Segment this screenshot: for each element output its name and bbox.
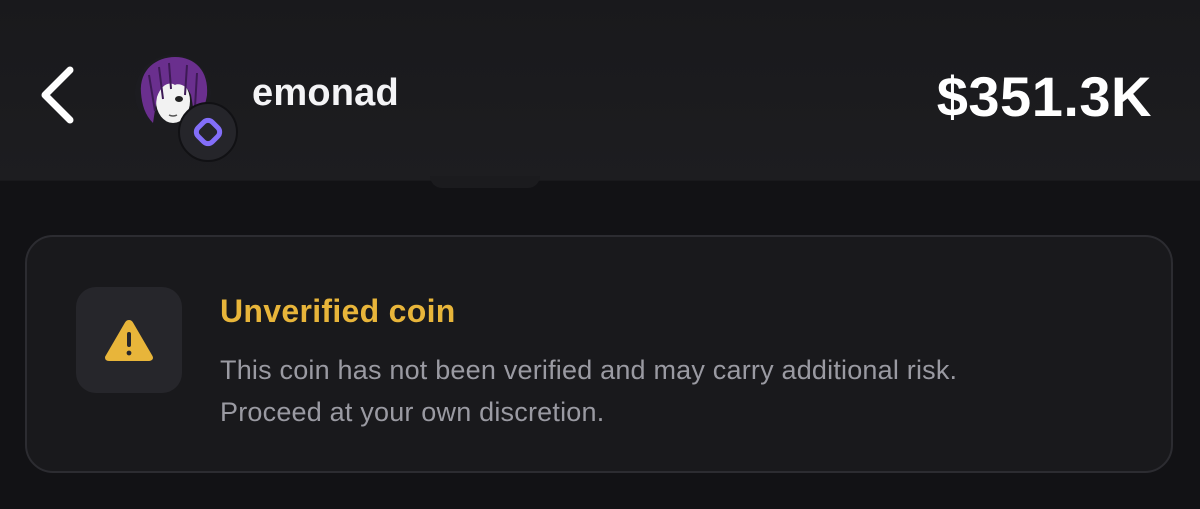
token-avatar-group[interactable] xyxy=(135,55,241,162)
token-screen: emonad $351.3K Unverified coin This coin… xyxy=(0,0,1200,509)
monad-chain-icon xyxy=(193,117,223,147)
sheet-handle xyxy=(430,176,540,188)
token-username: emonad xyxy=(252,72,399,114)
warning-message: This coin has not been verified and may … xyxy=(220,349,1120,433)
warning-message-line: This coin has not been verified and may … xyxy=(220,355,958,385)
unverified-warning-card: Unverified coin This coin has not been v… xyxy=(25,235,1173,473)
warning-title: Unverified coin xyxy=(220,293,456,329)
warning-triangle-icon xyxy=(105,320,153,361)
token-header: emonad $351.3K xyxy=(0,0,1200,181)
chevron-left-icon xyxy=(41,66,74,124)
chain-badge xyxy=(178,102,238,162)
warning-icon-container xyxy=(76,287,182,393)
warning-message-line: Proceed at your own discretion. xyxy=(220,397,605,427)
market-cap-value: $351.3K xyxy=(936,65,1152,128)
back-button[interactable] xyxy=(30,60,90,130)
